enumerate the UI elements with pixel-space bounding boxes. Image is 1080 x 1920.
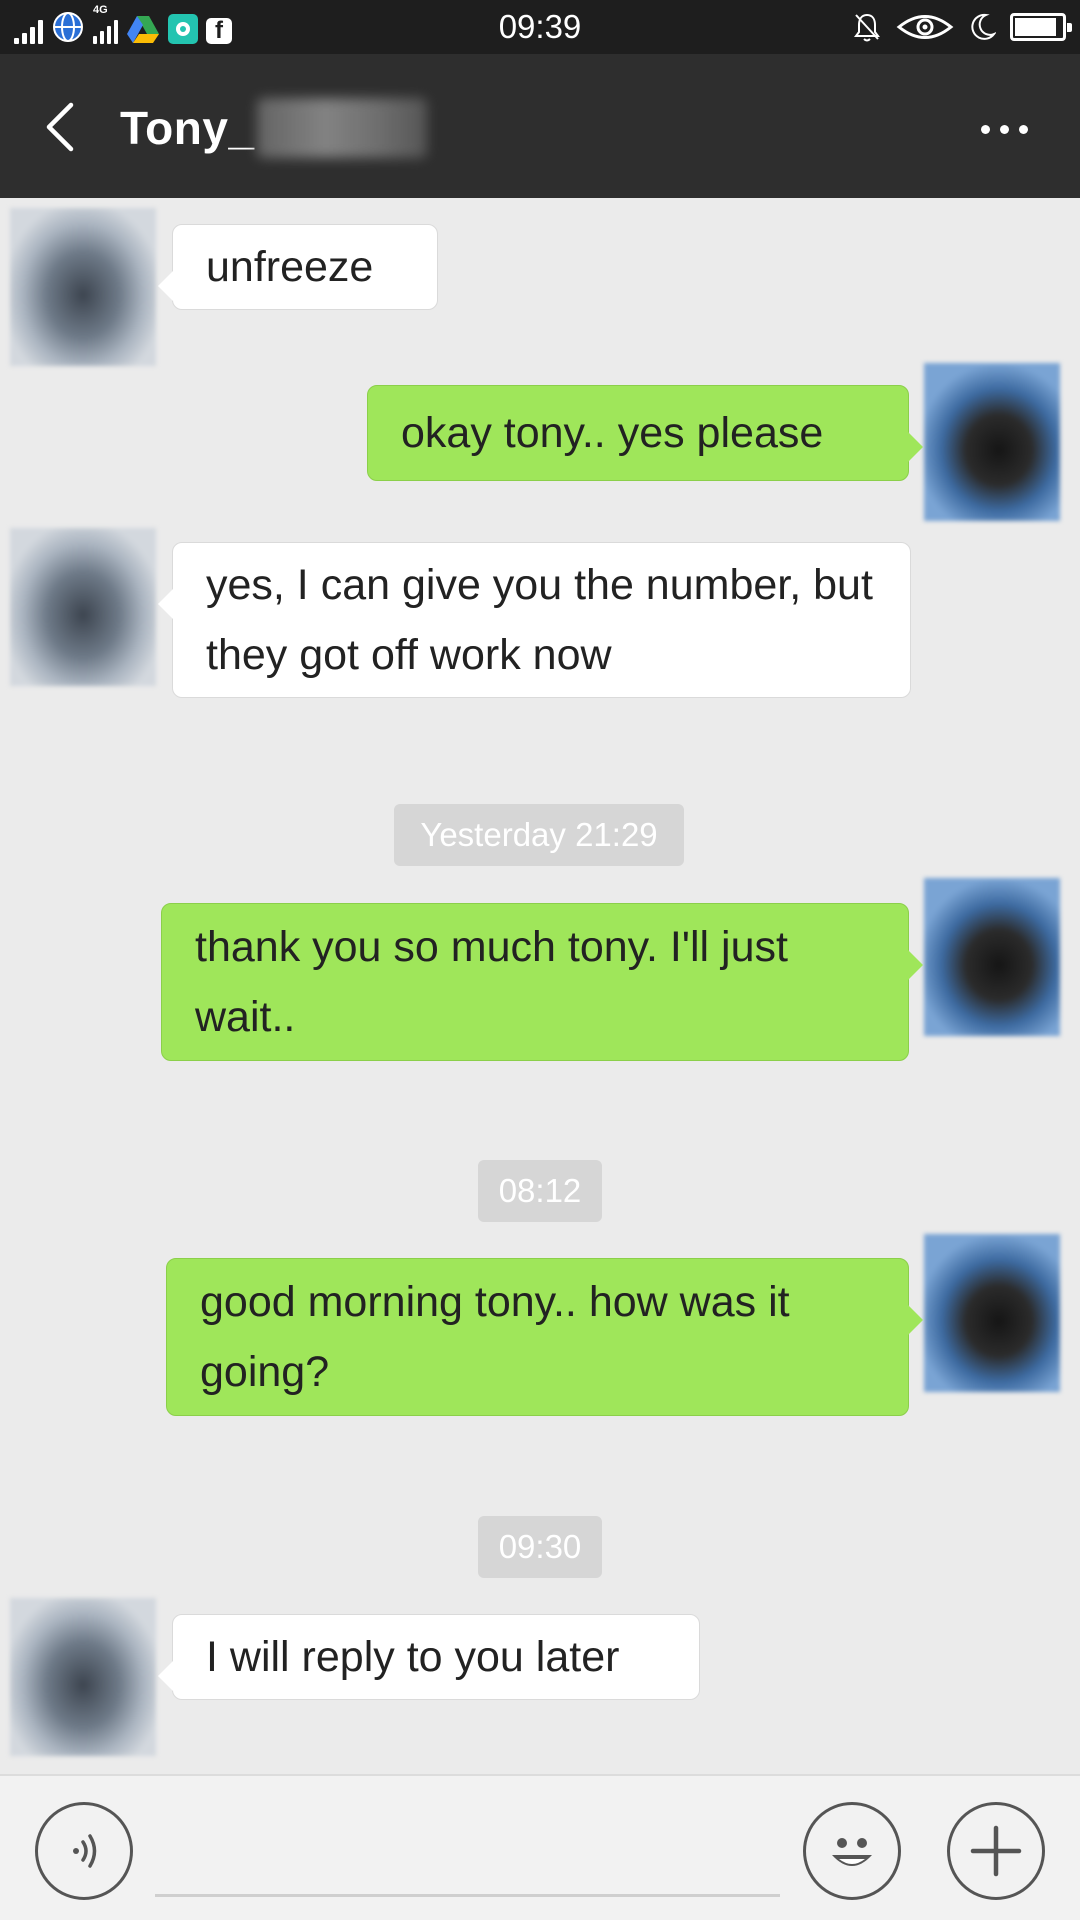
incoming-message[interactable]: yes, I can give you the number, but they… (158, 542, 911, 698)
redacted-name (256, 98, 427, 158)
outgoing-message[interactable]: okay tony.. yes please (367, 385, 923, 481)
message-text: thank you so much tony. I'll just wait.. (195, 923, 788, 1041)
message-text: good morning tony.. how was it going? (200, 1278, 790, 1396)
battery-icon (1010, 13, 1072, 41)
message-list[interactable]: unfreeze okay tony.. yes please yes, I c… (0, 198, 1080, 1774)
chevron-left-icon (46, 102, 74, 152)
my-avatar[interactable] (924, 878, 1060, 1036)
back-button[interactable] (30, 94, 90, 160)
my-avatar[interactable] (924, 1234, 1060, 1392)
message-text: okay tony.. yes please (401, 409, 824, 457)
chat-header: Tony_ (0, 54, 1080, 198)
more-options-button[interactable] (964, 104, 1044, 154)
more-dot (980, 124, 990, 134)
more-dot (999, 124, 1009, 134)
emoji-button[interactable] (803, 1802, 901, 1900)
message-text: I will reply to you later (206, 1633, 620, 1681)
contact-avatar[interactable] (10, 1598, 156, 1756)
message-text: unfreeze (206, 243, 374, 291)
voice-icon (73, 1834, 97, 1868)
contact-avatar[interactable] (10, 528, 156, 686)
my-avatar[interactable] (924, 363, 1060, 521)
plus-button[interactable] (947, 1802, 1045, 1900)
outgoing-message[interactable]: thank you so much tony. I'll just wait.. (161, 903, 923, 1061)
mute-bell-icon (854, 13, 880, 42)
timestamp: 08:12 (478, 1160, 602, 1222)
timestamp: Yesterday 21:29 (394, 804, 684, 866)
battery-fill (1015, 18, 1057, 36)
timestamp: 09:30 (478, 1516, 602, 1578)
moon-icon (971, 13, 996, 40)
voice-button[interactable] (35, 1802, 133, 1900)
plus-icon (970, 1825, 1022, 1877)
chat-title-wrap[interactable]: Tony_ (120, 98, 427, 158)
incoming-message[interactable]: I will reply to you later (158, 1614, 700, 1700)
outgoing-message[interactable]: good morning tony.. how was it going? (166, 1258, 923, 1416)
status-bar: 4G f 09:39 (0, 0, 1080, 54)
incoming-message[interactable]: unfreeze (158, 224, 438, 310)
emoji-icon (832, 1838, 872, 1866)
input-bar (0, 1774, 1080, 1920)
message-text: yes, I can give you the number, but they… (206, 561, 873, 679)
contact-avatar[interactable] (10, 208, 156, 366)
status-icons-right (852, 10, 1072, 44)
more-dot (1018, 124, 1028, 134)
eye-icon (896, 15, 954, 39)
message-input[interactable] (155, 1894, 780, 1897)
chat-title: Tony_ (120, 102, 255, 154)
